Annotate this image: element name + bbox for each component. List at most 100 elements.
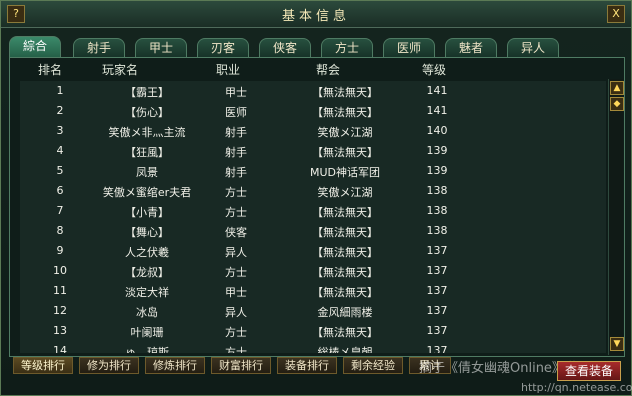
cell-class: 方士 <box>225 206 247 219</box>
cell-player-name: 【龙叔】 <box>125 266 169 279</box>
cell-rank: 14 <box>53 344 67 353</box>
cell-guild: 【無法無天】 <box>312 206 378 219</box>
tab-jiashi[interactable]: 甲士 <box>135 38 187 57</box>
scrollbar[interactable]: ▲ ◆ ▼ <box>608 79 624 355</box>
cell-class: 射手 <box>225 126 247 139</box>
scroll-down-icon[interactable]: ▼ <box>610 337 624 351</box>
table-row[interactable]: 3 笑傲メ非灬主流 射手 笑傲メ江湖 140 <box>20 121 606 141</box>
cell-class: 异人 <box>225 246 247 259</box>
tab-xiake[interactable]: 侠客 <box>259 38 311 57</box>
cell-rank: 1 <box>56 84 64 97</box>
cell-rank: 9 <box>56 244 64 257</box>
cell-guild: 【無法無天】 <box>312 226 378 239</box>
tab-yishi[interactable]: 医师 <box>383 38 435 57</box>
scroll-up-icon[interactable]: ▲ <box>610 81 624 95</box>
cell-rank: 6 <box>56 184 64 197</box>
cell-class: 方士 <box>225 186 247 199</box>
cell-guild: 【無法無天】 <box>312 326 378 339</box>
cell-rank: 13 <box>53 324 67 337</box>
table-row[interactable]: 12 冰岛 异人 金风細雨楼 137 <box>20 301 606 321</box>
table-row[interactable]: 8 【舞心】 侠客 【無法無天】 138 <box>20 221 606 241</box>
header-player-name[interactable]: 玩家名 <box>102 61 138 78</box>
tab-fangshi[interactable]: 方士 <box>321 38 373 57</box>
cell-guild: 総棒メ皇朝 <box>317 346 373 353</box>
cell-class: 甲士 <box>225 286 247 299</box>
view-equipment-button[interactable]: 查看装备 <box>557 361 621 381</box>
table-row[interactable]: 2 【伤心】 医师 【無法無天】 141 <box>20 101 606 121</box>
table-row[interactable]: 13 叶阑珊 方士 【無法無天】 137 <box>20 321 606 341</box>
tab-meizhe[interactable]: 魅者 <box>445 38 497 57</box>
title-bar: ? 基本信息 X <box>1 1 631 28</box>
cell-player-name: 笑傲メ非灬主流 <box>108 126 186 139</box>
rank-list[interactable]: 1 【霸王】 甲士 【無法無天】 141 2 【伤心】 医师 【無法無天】 141 3 笑傲メ非灬主流… <box>20 81 606 353</box>
table-row[interactable]: 6 笑傲メ蜜绾er夫君 方士 笑傲メ江湖 138 <box>20 181 606 201</box>
cell-class: 方士 <box>225 346 247 353</box>
cell-level: 137 <box>426 304 448 317</box>
cell-level: 137 <box>426 244 448 257</box>
cell-guild: 【無法無天】 <box>312 246 378 259</box>
cell-player-name: 淡定大祥 <box>125 286 169 299</box>
tab-zonghe[interactable]: 綜合 <box>9 36 61 57</box>
cell-class: 甲士 <box>225 86 247 99</box>
cell-guild: 【無法無天】 <box>312 146 378 159</box>
rank-panel: 排名 玩家名 职业 帮会 等级 1 【霸王】 甲士 【無法無天】 141 2 【伤心】 医师【… <box>9 57 625 357</box>
cell-guild: 金风細雨楼 <box>317 306 373 319</box>
cell-player-name: 【霸王】 <box>125 86 169 99</box>
cell-class: 射手 <box>225 146 247 159</box>
table-row[interactable]: 14 ゅ。琼斯 方士 総棒メ皇朝 137 <box>20 341 606 353</box>
cell-rank: 4 <box>56 144 64 157</box>
window-title: 基本信息 <box>281 9 350 24</box>
cell-rank: 2 <box>56 104 64 117</box>
tab-renke[interactable]: 刃客 <box>197 38 249 57</box>
cell-level: 137 <box>426 284 448 297</box>
cell-level: 137 <box>426 264 448 277</box>
cell-level: 139 <box>426 164 448 177</box>
cell-level: 138 <box>426 204 448 217</box>
btab-remaining-exp[interactable]: 剩余经验 <box>343 357 403 374</box>
rank-window: ? 基本信息 X 綜合 射手 甲士 刃客 侠客 方士 医师 魅者 异人 排名 玩… <box>0 0 632 396</box>
cell-guild: 【無法無天】 <box>312 106 378 119</box>
table-row[interactable]: 7 【小青】 方士 【無法無天】 138 <box>20 201 606 221</box>
cell-rank: 8 <box>56 224 64 237</box>
cell-rank: 3 <box>56 124 64 137</box>
btab-training[interactable]: 修炼排行 <box>145 357 205 374</box>
cell-level: 141 <box>426 104 448 117</box>
header-rank[interactable]: 排名 <box>38 61 62 78</box>
cell-player-name: 凤景 <box>136 166 158 179</box>
watermark-url: http://qn.netease.com <box>521 381 632 394</box>
cell-player-name: 【伤心】 <box>125 106 169 119</box>
table-row[interactable]: 4 【狂風】 射手 【無法無天】 139 <box>20 141 606 161</box>
btab-equipment[interactable]: 装备排行 <box>277 357 337 374</box>
header-guild[interactable]: 帮会 <box>316 61 340 78</box>
cell-level: 137 <box>426 324 448 337</box>
table-row[interactable]: 5 凤景 射手 MUD神话军团 139 <box>20 161 606 181</box>
cell-rank: 11 <box>53 284 67 297</box>
close-icon[interactable]: X <box>607 5 625 23</box>
table-row[interactable]: 9 人之伏羲 异人 【無法無天】 137 <box>20 241 606 261</box>
cell-level: 140 <box>426 124 448 137</box>
scroll-thumb[interactable]: ◆ <box>610 97 624 111</box>
cell-guild: 【無法無天】 <box>312 266 378 279</box>
cell-guild: 笑傲メ江湖 <box>317 186 373 199</box>
header-level[interactable]: 等级 <box>422 61 446 78</box>
cell-guild: 【無法無天】 <box>312 86 378 99</box>
tab-sheshou[interactable]: 射手 <box>73 38 125 57</box>
cell-level: 138 <box>426 184 448 197</box>
table-row[interactable]: 1 【霸王】 甲士 【無法無天】 141 <box>20 81 606 101</box>
btab-level[interactable]: 等级排行 <box>13 357 73 374</box>
table-row[interactable]: 11 淡定大祥 甲士 【無法無天】 137 <box>20 281 606 301</box>
table-row[interactable]: 10 【龙叔】 方士 【無法無天】 137 <box>20 261 606 281</box>
tab-yiren[interactable]: 异人 <box>507 38 559 57</box>
cell-class: 方士 <box>225 266 247 279</box>
cell-player-name: 人之伏羲 <box>125 246 169 259</box>
cell-rank: 5 <box>56 164 64 177</box>
cell-class: 侠客 <box>225 226 247 239</box>
cell-guild: MUD神话军团 <box>309 166 380 179</box>
cell-rank: 10 <box>53 264 67 277</box>
cell-player-name: 冰岛 <box>136 306 158 319</box>
cell-class: 异人 <box>225 306 247 319</box>
btab-cultivation[interactable]: 修为排行 <box>79 357 139 374</box>
cell-player-name: 【狂風】 <box>125 146 169 159</box>
btab-wealth[interactable]: 财富排行 <box>211 357 271 374</box>
header-class[interactable]: 职业 <box>216 61 240 78</box>
